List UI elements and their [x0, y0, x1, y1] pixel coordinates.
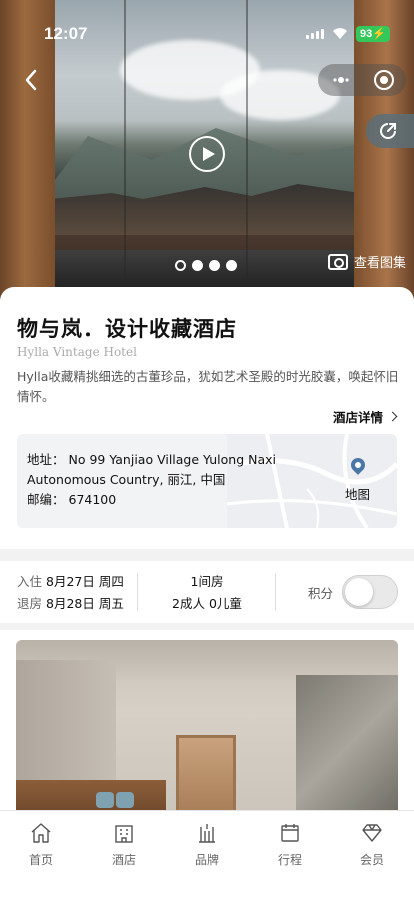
address-value: No 99 Yanjiao Village Yulong Naxi Autono… [27, 452, 276, 487]
tab-member[interactable]: 会员 [342, 821, 402, 868]
signal-icon [306, 29, 324, 39]
points-label: 积分 [308, 586, 334, 601]
tab-itinerary-label: 行程 [277, 853, 302, 867]
guest-count: 2成人 0儿童 [172, 596, 242, 611]
view-gallery-button[interactable]: 查看图集 [328, 252, 406, 271]
calendar-icon [281, 824, 299, 842]
capsule-menu [318, 64, 406, 96]
status-bar: 12:07 93⚡ [0, 18, 414, 48]
battery-level: 93 [360, 28, 373, 40]
room-window [296, 675, 398, 820]
checkin-label: 入住 [17, 574, 43, 589]
battery-icon: 93⚡ [356, 26, 390, 42]
divider [137, 573, 138, 611]
wifi-icon [333, 28, 347, 39]
share-icon [380, 123, 396, 139]
status-time: 12:07 [44, 24, 88, 43]
diamond-icon [362, 824, 382, 842]
share-button[interactable] [366, 114, 414, 148]
tab-hotel-label: 酒店 [111, 853, 136, 867]
hotel-detail-page: 12:07 93⚡ 查看图集 物与岚．设计收藏酒店 Hylla Vintage … [0, 0, 414, 900]
checkout-label: 退房 [17, 596, 43, 611]
hotel-details-link[interactable]: 酒店详情 [332, 407, 398, 426]
hotel-name: 物与岚．设计收藏酒店 [17, 317, 237, 341]
room-image[interactable] [16, 640, 398, 820]
back-icon[interactable] [18, 66, 46, 94]
tab-home[interactable]: 首页 [11, 821, 71, 868]
chevron-right-icon [387, 411, 398, 422]
tab-brand[interactable]: 品牌 [177, 821, 237, 868]
bottom-tab-bar: 首页 酒店 品牌 行程 会员 [0, 810, 414, 900]
room-pillow [96, 792, 114, 808]
postcode-label: 邮编： [27, 492, 65, 507]
hotel-english-name: Hylla Vintage Hotel [17, 345, 137, 359]
more-icon[interactable] [332, 72, 350, 88]
points-toggle[interactable] [342, 575, 398, 609]
checkout-date: 8月28日 周五 [46, 596, 124, 611]
room-guest-selector[interactable]: 1间房 2成人 0儿童 [140, 571, 274, 615]
tab-brand-label: 品牌 [194, 853, 219, 867]
camera-icon [328, 253, 348, 270]
hotel-info-card: 物与岚．设计收藏酒店 Hylla Vintage Hotel Hylla收藏精挑… [0, 287, 414, 549]
tab-itinerary[interactable]: 行程 [260, 821, 320, 868]
divider [275, 573, 276, 611]
home-icon [31, 823, 51, 843]
address-text: 地址： No 99 Yanjiao Village Yulong Naxi Au… [27, 450, 287, 510]
carousel-dot[interactable] [226, 260, 237, 271]
carousel-dot-active[interactable] [175, 260, 186, 271]
postcode-value: 674100 [68, 492, 117, 507]
toggle-knob [345, 578, 373, 606]
address-box[interactable]: 地址： No 99 Yanjiao Village Yulong Naxi Au… [17, 434, 397, 528]
charging-bolt: ⚡ [372, 28, 386, 40]
date-selector[interactable]: 入住 8月27日 周四 退房 8月28日 周五 [17, 571, 124, 615]
booking-bar: 入住 8月27日 周四 退房 8月28日 周五 1间房 2成人 0儿童 积分 [0, 561, 414, 623]
view-gallery-label: 查看图集 [354, 256, 407, 271]
tab-member-label: 会员 [359, 853, 384, 867]
building-icon [115, 825, 133, 843]
hero-image[interactable]: 12:07 93⚡ 查看图集 [0, 0, 414, 300]
carousel-dot[interactable] [209, 260, 220, 271]
checkin-date: 8月27日 周四 [46, 574, 124, 589]
map-label[interactable]: 地图 [345, 484, 370, 503]
carousel-dots [175, 260, 237, 271]
tab-hotel[interactable]: 酒店 [94, 821, 154, 868]
room-count: 1间房 [190, 574, 224, 589]
room-door [176, 735, 236, 820]
room-section [0, 630, 414, 820]
close-miniapp-icon[interactable] [374, 70, 394, 90]
hotel-description: Hylla收藏精挑细选的古董珍品，犹如艺术圣殿的时光胶囊，唤起怀旧情怀。 [17, 369, 399, 404]
carousel-dot[interactable] [192, 260, 203, 271]
play-video-button[interactable] [189, 136, 225, 172]
hotel-details-label: 酒店详情 [332, 410, 383, 425]
brand-icon [199, 824, 215, 843]
room-pillow [116, 792, 134, 808]
tab-home-label: 首页 [28, 853, 53, 867]
address-label: 地址： [27, 452, 65, 467]
